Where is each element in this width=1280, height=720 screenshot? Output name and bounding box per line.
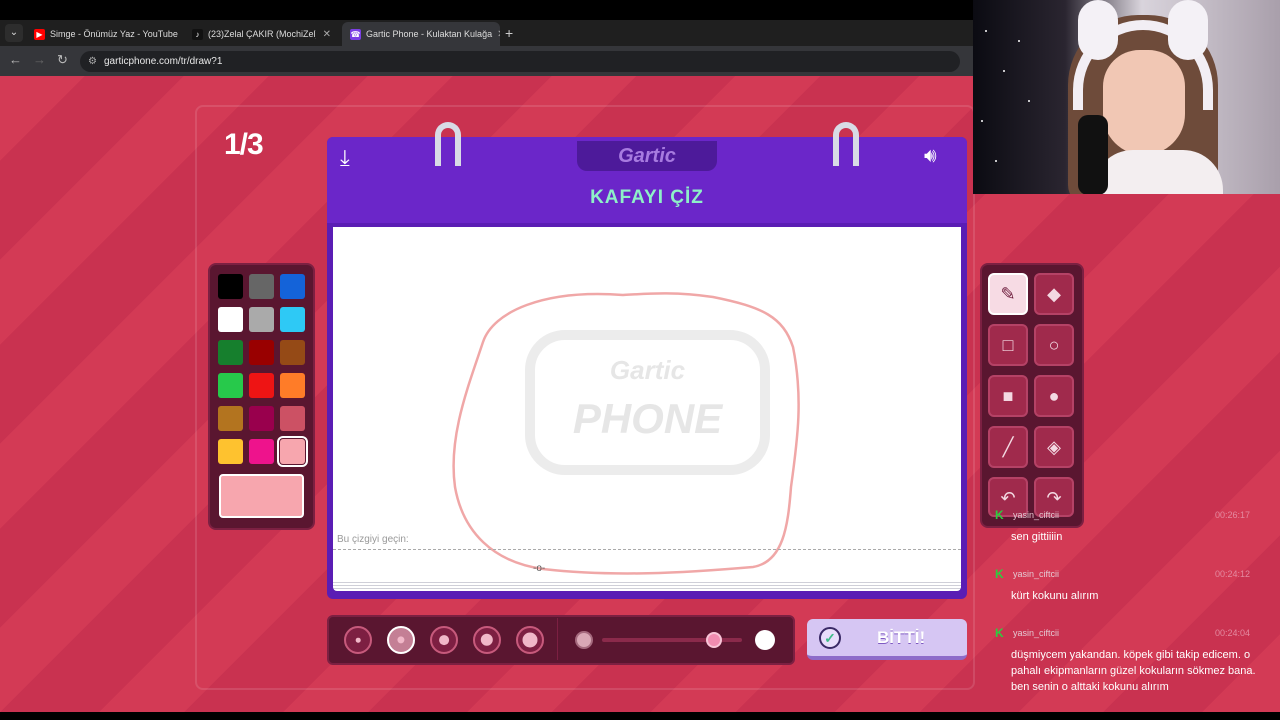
url-field[interactable]: ⚙ garticphone.com/tr/draw?1 <box>80 51 960 72</box>
color-swatch[interactable] <box>249 439 274 464</box>
kick-badge-icon: K <box>995 508 1004 522</box>
color-swatch[interactable] <box>218 274 243 299</box>
color-swatch[interactable] <box>249 406 274 431</box>
eraser-icon: ◆ <box>1047 284 1061 304</box>
color-swatch[interactable] <box>218 307 243 332</box>
color-swatch[interactable] <box>249 373 274 398</box>
back-arrow-icon[interactable]: ← <box>9 52 22 67</box>
browser-tab-tiktok[interactable]: ♪ (23)Zelal ÇAKIR (MochiZel) (@... ✕ <box>184 22 339 46</box>
brush-size-dot <box>397 636 405 644</box>
color-swatch[interactable] <box>218 406 243 431</box>
close-tab-icon[interactable]: ✕ <box>497 29 500 40</box>
drawing-prompt: KAFAYI ÇİZ <box>590 187 704 208</box>
url-text: garticphone.com/tr/draw?1 <box>104 56 223 67</box>
line-hint-label: Bu çizgiyi geçin: <box>337 534 409 545</box>
cursor-icon: -o- <box>533 563 546 574</box>
rectangle-outline-tool[interactable]: □ <box>988 324 1028 366</box>
rectangle-outline-icon: □ <box>1002 335 1014 355</box>
circle-outline-icon: ○ <box>1048 335 1060 355</box>
opacity-high-icon <box>755 630 775 650</box>
limit-line <box>333 549 961 550</box>
color-swatch[interactable] <box>218 439 243 464</box>
opacity-slider-knob[interactable] <box>706 632 722 648</box>
brush-size-dot <box>355 637 361 643</box>
chat-username: yasin_ciftcii <box>1013 569 1060 579</box>
check-icon: ✓ <box>819 627 841 649</box>
fill-bucket-tool[interactable]: ◈ <box>1034 426 1074 468</box>
chat-username: yasin_ciftcii <box>1013 628 1060 638</box>
pencil-tool[interactable]: ✎ <box>988 273 1028 315</box>
color-swatch[interactable] <box>249 274 274 299</box>
color-swatch[interactable] <box>280 373 305 398</box>
line-icon: ╱ <box>1002 437 1014 457</box>
brush-size-button[interactable] <box>430 626 458 654</box>
color-swatch[interactable] <box>277 436 308 467</box>
done-button[interactable]: ✓ BİTTİ! <box>807 619 967 660</box>
tiktok-icon: ♪ <box>192 28 203 40</box>
round-counter: 1/3 <box>224 128 264 161</box>
current-color-preview <box>219 474 304 518</box>
reload-icon[interactable]: ↻ <box>57 52 68 68</box>
color-swatch[interactable] <box>280 340 305 365</box>
paper-edge <box>333 580 961 591</box>
color-swatch[interactable] <box>249 307 274 332</box>
user-drawing-stroke <box>452 292 800 575</box>
brush-size-dot <box>480 633 494 647</box>
undo-icon: ↶ <box>1000 488 1016 508</box>
color-swatch[interactable] <box>280 274 305 299</box>
circle-outline-tool[interactable]: ○ <box>1034 324 1074 366</box>
brush-size-button[interactable] <box>387 626 415 654</box>
tab-title: Gartic Phone - Kulaktan Kulağa <box>366 29 493 39</box>
new-tab-button[interactable]: + <box>505 25 513 41</box>
forward-arrow-icon[interactable]: → <box>33 52 46 67</box>
rectangle-filled-icon: ■ <box>1002 386 1014 406</box>
chat-text: düşmiycem yakandan. köpek gibi takip edi… <box>1011 649 1256 693</box>
color-swatch[interactable] <box>218 340 243 365</box>
download-icon[interactable]: ⤓ <box>340 145 350 171</box>
tab-title: Simge - Önümüz Yaz - YouTube <box>50 29 178 39</box>
circle-filled-tool[interactable]: ● <box>1034 375 1074 417</box>
color-swatch[interactable] <box>280 307 305 332</box>
tab-title: (23)Zelal ÇAKIR (MochiZel) (@... <box>208 29 316 39</box>
chat-timestamp: 00:24:12 <box>1214 569 1250 579</box>
brush-size-button[interactable] <box>516 626 544 654</box>
divider <box>557 618 558 660</box>
pencil-icon: ✎ <box>1000 284 1016 304</box>
gartic-phone-icon: ☎ <box>350 28 361 40</box>
chat-timestamp: 00:24:04 <box>1214 628 1250 638</box>
chat-timestamp: 00:26:17 <box>1214 510 1250 520</box>
line-tool[interactable]: ╱ <box>988 426 1028 468</box>
brush-size-dot <box>522 632 538 648</box>
tab-search-dropdown-icon[interactable]: ⌄ <box>5 24 23 42</box>
binder-ring-right <box>833 122 859 166</box>
eraser-tool[interactable]: ◆ <box>1034 273 1074 315</box>
rectangle-filled-tool[interactable]: ■ <box>988 375 1028 417</box>
browser-tab-gartic[interactable]: ☎ Gartic Phone - Kulaktan Kulağa ✕ <box>342 22 500 46</box>
brush-size-button[interactable] <box>473 626 501 654</box>
gartic-logo: Gartic <box>577 141 717 171</box>
page-bottom-edge <box>0 712 1280 720</box>
browser-tab-youtube[interactable]: ▶ Simge - Önümüz Yaz - YouTube ✕ <box>26 22 181 46</box>
chat-text: sen gittiiiin <box>1011 531 1063 543</box>
opacity-low-icon <box>575 631 593 649</box>
brush-size-dot <box>439 635 449 645</box>
chat-username: yasin_ciftcii <box>1013 510 1060 520</box>
close-tab-icon[interactable]: ✕ <box>323 29 331 40</box>
color-swatch[interactable] <box>249 340 274 365</box>
circle-filled-icon: ● <box>1048 386 1060 406</box>
color-swatch[interactable] <box>218 373 243 398</box>
done-label: BİTTİ! <box>877 628 926 647</box>
brush-size-button[interactable] <box>344 626 372 654</box>
binder-ring-left <box>435 122 461 166</box>
webcam-overlay <box>973 0 1280 194</box>
redo-icon: ↷ <box>1046 488 1062 508</box>
color-swatch[interactable] <box>280 406 305 431</box>
speaker-icon[interactable]: 🔊︎ <box>924 145 937 168</box>
youtube-icon: ▶ <box>34 28 45 40</box>
kick-badge-icon: K <box>995 626 1004 640</box>
kick-badge-icon: K <box>995 567 1004 581</box>
site-info-icon[interactable]: ⚙ <box>88 51 97 72</box>
chat-text: kürt kokunu alırım <box>1011 590 1099 602</box>
fill-bucket-icon: ◈ <box>1047 437 1061 457</box>
